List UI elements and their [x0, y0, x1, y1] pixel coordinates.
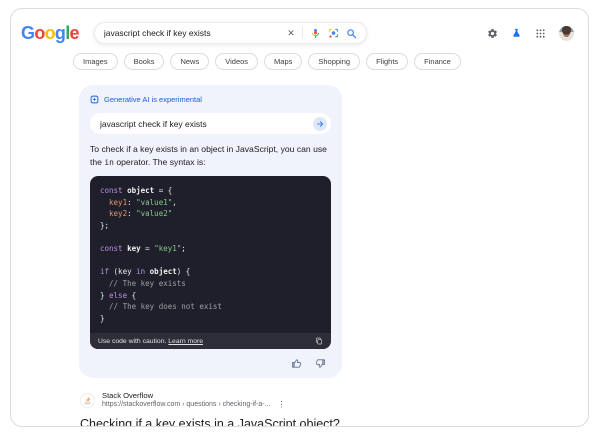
search-icon[interactable] [346, 28, 357, 39]
microphone-icon[interactable] [310, 28, 321, 39]
code-line: const key = "key1"; [100, 243, 321, 255]
lens-icon[interactable] [328, 28, 339, 39]
tab-maps[interactable]: Maps [264, 53, 302, 70]
code-footer: Use code with caution. Learn more [90, 333, 331, 349]
tab-bar: Images Books News Videos Maps Shopping Flights… [73, 53, 588, 70]
result-title-link[interactable]: Checking if a key exists in a JavaScript… [80, 417, 588, 427]
tab-images[interactable]: Images [73, 53, 118, 70]
code-line: key1: "value1", [100, 197, 321, 209]
thumbs-up-icon[interactable] [291, 358, 302, 369]
search-input[interactable] [104, 28, 280, 38]
code-line: } else { [100, 290, 321, 302]
learn-more-link[interactable]: Learn more [168, 338, 203, 345]
tab-shopping[interactable]: Shopping [308, 53, 360, 70]
result-url[interactable]: https://stackoverflow.com › questions › … [102, 401, 270, 410]
ask-arrow-button[interactable] [313, 117, 327, 131]
code-line: } [100, 313, 321, 325]
search-bar: ✕ [94, 22, 367, 44]
browser-frame: Google ✕ [10, 8, 589, 427]
code-line: const object = { [100, 185, 321, 197]
generative-ai-icon [90, 95, 99, 104]
code-line [100, 255, 321, 267]
search-divider [302, 27, 303, 39]
inline-code-in: in [104, 158, 114, 167]
stackoverflow-favicon [80, 393, 95, 408]
code-line: if (key in object) { [100, 266, 321, 278]
code-line: key2: "value2" [100, 208, 321, 220]
code-line: // The key does not exist [100, 301, 321, 313]
feedback-row [90, 358, 331, 369]
ai-badge-label: Generative AI is experimental [104, 95, 202, 104]
result-site-name[interactable]: Stack Overflow [102, 391, 285, 400]
tab-news[interactable]: News [170, 53, 209, 70]
code-line: // The key exists [100, 278, 321, 290]
more-options-icon[interactable]: ⋮ [277, 401, 285, 409]
profile-avatar[interactable] [559, 26, 574, 41]
generative-ai-panel: Generative AI is experimental To check i… [79, 85, 342, 378]
thumbs-down-icon[interactable] [315, 358, 326, 369]
apps-grid-icon[interactable] [535, 28, 546, 39]
ai-answer-text: To check if a key exists in an object in… [90, 143, 331, 169]
tab-flights[interactable]: Flights [366, 53, 408, 70]
ai-badge: Generative AI is experimental [90, 95, 331, 104]
code-caution-text: Use code with caution. Learn more [98, 338, 203, 345]
settings-gear-icon[interactable] [487, 28, 498, 39]
tab-videos[interactable]: Videos [215, 53, 258, 70]
tab-books[interactable]: Books [124, 53, 165, 70]
code-line [100, 231, 321, 243]
followup-input-bar [90, 113, 331, 134]
code-content: const object = { key1: "value1", key2: "… [90, 176, 331, 334]
header-actions [487, 26, 574, 41]
copy-code-icon[interactable] [315, 337, 323, 345]
search-result: Stack Overflow https://stackoverflow.com… [80, 391, 588, 427]
result-meta: Stack Overflow https://stackoverflow.com… [102, 391, 285, 409]
code-block: const object = { key1: "value1", key2: "… [90, 176, 331, 350]
followup-input[interactable] [100, 119, 313, 129]
search-header: Google ✕ [11, 9, 588, 44]
tab-finance[interactable]: Finance [414, 53, 461, 70]
clear-icon[interactable]: ✕ [287, 28, 295, 39]
code-line: }; [100, 220, 321, 232]
result-header: Stack Overflow https://stackoverflow.com… [80, 391, 588, 409]
labs-flask-icon[interactable] [511, 28, 522, 39]
google-logo[interactable]: Google [21, 24, 79, 42]
